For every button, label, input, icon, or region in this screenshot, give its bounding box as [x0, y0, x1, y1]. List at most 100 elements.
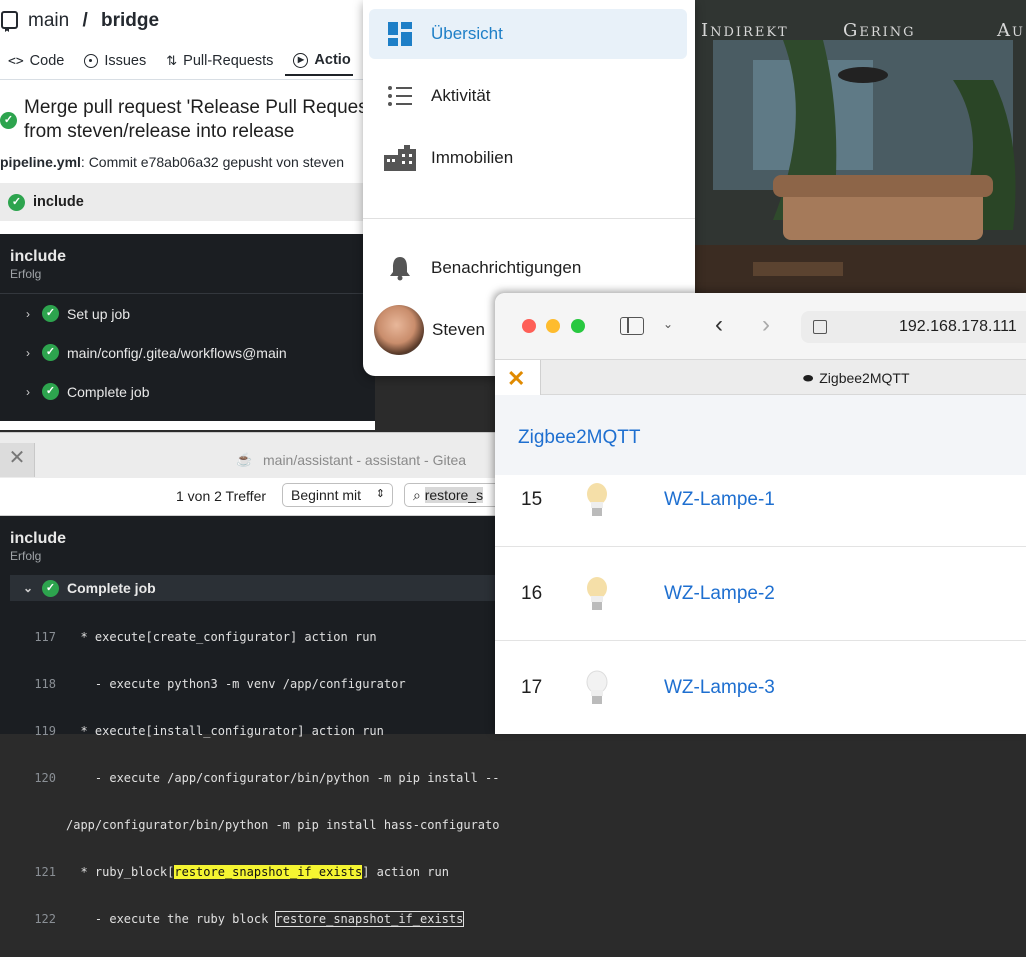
table-row: 17 WZ-Lampe-3 [495, 641, 1026, 734]
nav-link-au[interactable]: Au [997, 20, 1025, 41]
issue-icon [84, 54, 99, 68]
minimize-window-button[interactable] [546, 319, 560, 333]
log-step[interactable]: › ✓ main/config/.gitea/workflows@main [0, 333, 375, 372]
tab-actions[interactable]: ▶ Actio [285, 46, 353, 76]
line-text: * ruby_block[ [66, 865, 175, 879]
log-step[interactable]: › ✓ Set up job [0, 294, 375, 333]
line-text: - execute the ruby block [66, 912, 276, 926]
line-number: 122 [34, 912, 56, 926]
log-header: include Erfolg [0, 516, 495, 574]
pinned-tab[interactable]: ✕ [495, 360, 541, 395]
line-text: /app/configurator/bin/python -m pip inst… [66, 818, 500, 832]
menu-item-immobilien[interactable]: Immobilien [369, 133, 687, 183]
log-line: 118 - execute python3 -m venv /app/confi… [0, 675, 495, 694]
success-check-icon: ✓ [42, 344, 59, 361]
maximize-window-button[interactable] [571, 319, 585, 333]
commit-info: pipeline.yml: Commit e78ab06a32 gepusht … [0, 154, 344, 170]
find-count: 1 von 2 Treffer [176, 488, 267, 504]
page-icon [813, 320, 827, 334]
chevron-down-icon: ⌄ [22, 581, 34, 595]
log-header: include Erfolg [0, 234, 375, 294]
menu-item-benachrichtigungen[interactable]: Benachrichtigungen [369, 243, 687, 293]
tab-pull-requests[interactable]: ⇅ Pull-Requests [158, 46, 285, 76]
menu-divider [363, 218, 695, 219]
bulb-icon [557, 576, 664, 612]
log-line: 122 - execute the ruby block restore_sna… [0, 910, 495, 929]
line-number: 121 [34, 865, 56, 879]
search-icon: ⌕ [413, 487, 421, 503]
find-search-input[interactable]: ⌕ restore_s [404, 483, 504, 507]
repo-owner[interactable]: main [28, 10, 69, 32]
bulb-icon [557, 670, 664, 706]
line-number: 118 [34, 677, 56, 691]
line-number: 120 [34, 771, 56, 785]
list-icon [369, 85, 431, 107]
menu-item-uebersicht[interactable]: Übersicht [369, 9, 687, 59]
nav-link-gering[interactable]: Gering [843, 20, 916, 41]
log-line: 119 * execute[install_configurator] acti… [0, 722, 495, 741]
menu-item-aktivitaet[interactable]: Aktivität [369, 71, 687, 121]
play-icon: ▶ [293, 52, 309, 68]
device-id: 15 [521, 488, 543, 510]
chevron-down-icon[interactable]: ⌄ [663, 317, 673, 331]
tab-close-icon[interactable]: ✕ [0, 443, 35, 477]
search-match-outline: restore_snapshot_if_exists [274, 911, 465, 927]
safari-toolbar: ⌄ ‹ › 192.168.178.111 [495, 293, 1026, 359]
repo-title: main / bridge [0, 10, 159, 32]
table-row: 16 WZ-Lampe-2 [495, 547, 1026, 641]
step-label: Complete job [67, 580, 156, 596]
find-query: restore_s [424, 487, 484, 503]
back-icon[interactable]: ‹ [715, 311, 723, 339]
menu-item-label: Steven [432, 320, 485, 339]
log-title: include [10, 248, 67, 265]
log-step-complete-job[interactable]: ⌄ ✓ Complete job [10, 575, 495, 601]
success-check-icon: ✓ [8, 193, 25, 211]
chevron-right-icon: › [26, 306, 30, 321]
device-name-link[interactable]: WZ-Lampe-2 [664, 583, 775, 605]
tab-actions-label: Actio [314, 52, 351, 68]
window-titlebar: ✕ ☕ main/assistant - assistant - Gitea [0, 432, 495, 478]
line-text: - execute /app/configurator/bin/python -… [66, 771, 500, 785]
find-mode-value: Beginnt mit [291, 487, 362, 503]
code-icon: <> [8, 53, 24, 69]
forward-icon[interactable]: › [762, 311, 770, 339]
chevron-right-icon: › [26, 345, 30, 360]
find-bar: 1 von 2 Treffer Beginnt mit ⇕ ⌕ restore_s [0, 478, 504, 516]
job-log-panel-2: include Erfolg ⌄ ✓ Complete job 117 * exec… [0, 516, 499, 927]
step-label: main/config/.gitea/workflows@main [67, 344, 287, 361]
tab-code[interactable]: <> Code [0, 46, 76, 76]
find-mode-select[interactable]: Beginnt mit ⇕ [282, 483, 393, 507]
sidebar-toggle-icon[interactable] [620, 317, 644, 335]
log-status: Erfolg [10, 267, 42, 281]
url-text: 192.168.178.111 [899, 318, 1017, 335]
device-name-link[interactable]: WZ-Lampe-3 [664, 677, 775, 699]
log-step[interactable]: › ✓ Complete job [0, 372, 375, 411]
pinned-tab-x-icon: ✕ [507, 366, 526, 391]
nav-link-indirekt[interactable]: Indirekt [701, 20, 789, 41]
gitea-tea-icon: ☕ [236, 452, 253, 467]
log-line: 117 * execute[create_configurator] actio… [0, 628, 495, 647]
close-window-button[interactable] [522, 319, 536, 333]
tab-zigbee2mqtt[interactable]: ⬬ Zigbee2MQTT [803, 370, 910, 386]
tab-issues[interactable]: Issues [76, 46, 158, 76]
log-title: include [10, 530, 67, 547]
log-line: 120 - execute /app/configurator/bin/pyth… [0, 769, 499, 788]
repo-icon [1, 11, 18, 32]
line-text: - execute python3 -m venv /app/configura… [66, 677, 406, 691]
device-id: 17 [521, 676, 543, 698]
home-photo-page: Indirekt Gering Au [693, 0, 1026, 293]
line-text: ] action run [362, 865, 449, 879]
repo-name[interactable]: bridge [101, 10, 159, 32]
log-status: Erfolg [10, 549, 42, 563]
z2m-brand-link[interactable]: Zigbee2MQTT [518, 427, 640, 449]
living-room-photo [693, 0, 1026, 293]
job-item-include[interactable]: ✓ include [0, 183, 375, 221]
tab-pull-requests-label: Pull-Requests [183, 53, 274, 69]
bee-icon: ⬬ [803, 370, 814, 385]
tab-code-label: Code [29, 53, 65, 69]
device-name-link[interactable]: WZ-Lampe-1 [664, 489, 775, 511]
address-bar[interactable]: 192.168.178.111 [801, 311, 1026, 343]
commit-file[interactable]: pipeline.yml [0, 154, 81, 170]
pull-request-icon: ⇅ [166, 53, 178, 68]
step-label: Complete job [67, 383, 150, 400]
